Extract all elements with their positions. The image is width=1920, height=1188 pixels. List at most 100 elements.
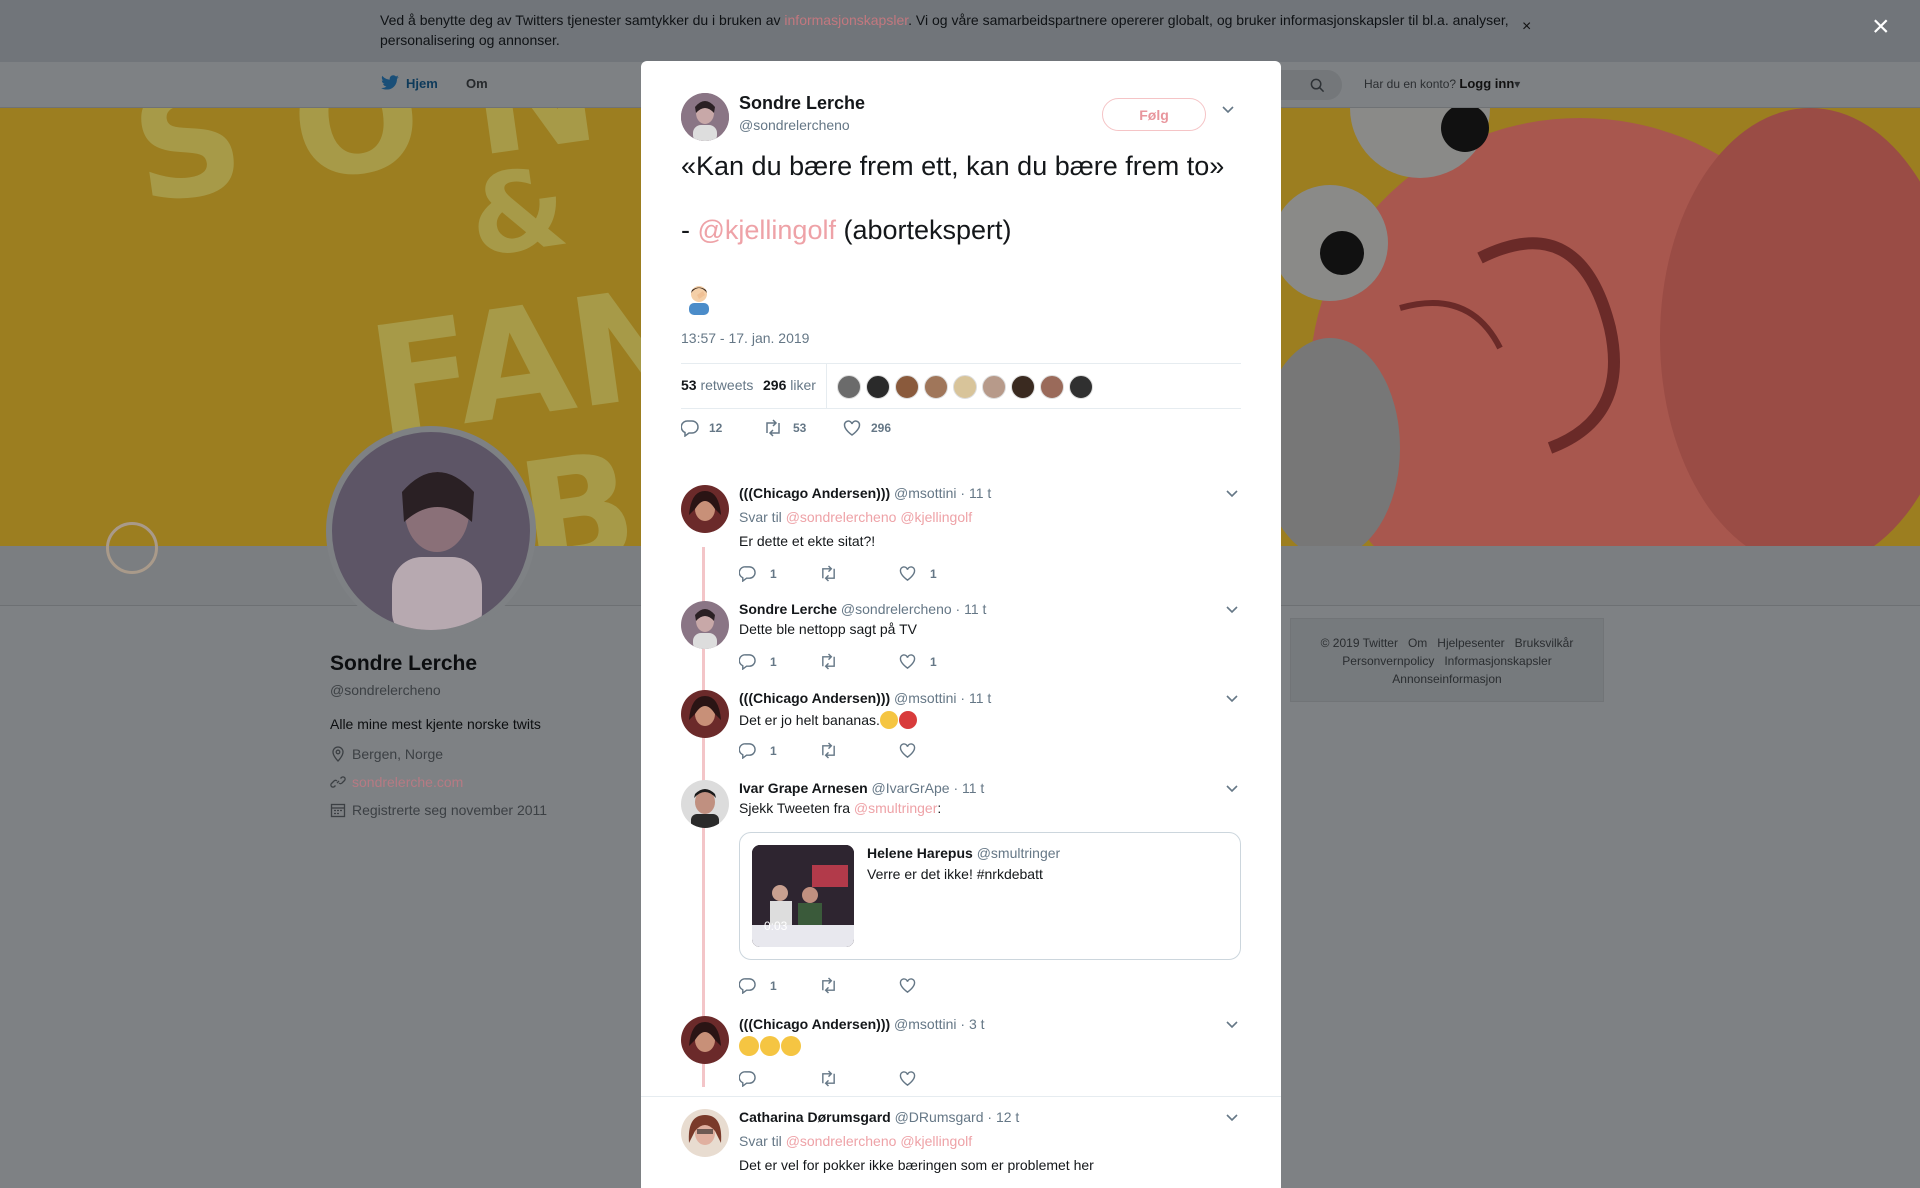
- footer-link[interactable]: Annonseinformasjon: [1392, 672, 1501, 686]
- liker-avatar[interactable]: [924, 375, 948, 399]
- reply-author-name[interactable]: Sondre Lerche: [739, 601, 837, 617]
- cookie-link[interactable]: informasjonskapsler: [784, 12, 908, 28]
- reply-author-handle[interactable]: @msottini: [894, 1016, 956, 1032]
- reply-tweet[interactable]: Sondre Lerche @sondrelercheno · 11 t Det…: [681, 601, 1241, 681]
- reply-author-handle[interactable]: @DRumsgard: [895, 1109, 984, 1125]
- reply-button[interactable]: 1: [739, 742, 777, 759]
- reply-tweet[interactable]: (((Chicago Andersen))) @msottini · 11 t …: [681, 690, 1241, 770]
- reply-time[interactable]: · 3 t: [960, 1016, 984, 1032]
- cookie-close-button[interactable]: ×: [1522, 18, 1531, 36]
- reply-time[interactable]: · 11 t: [953, 780, 984, 796]
- profile-name[interactable]: Sondre Lerche: [330, 652, 630, 676]
- chevron-down-icon[interactable]: [1225, 489, 1239, 499]
- reply-avatar[interactable]: [681, 1109, 729, 1157]
- like-button[interactable]: 296: [843, 419, 891, 437]
- retweet-button[interactable]: [819, 742, 852, 759]
- reply-author-name[interactable]: Ivar Grape Arnesen: [739, 780, 868, 796]
- reply-avatar[interactable]: [681, 780, 729, 828]
- chevron-down-icon[interactable]: [1225, 1020, 1239, 1030]
- nav-home[interactable]: Hjem: [380, 75, 438, 91]
- banner-art: &: [461, 141, 575, 283]
- like-button[interactable]: 1: [899, 653, 937, 670]
- footer-link[interactable]: Personvernpolicy: [1342, 654, 1434, 668]
- chevron-down-icon[interactable]: [1225, 694, 1239, 704]
- tweet-mention[interactable]: @kjellingolf: [698, 215, 836, 245]
- liker-avatar[interactable]: [953, 375, 977, 399]
- chevron-down-icon[interactable]: [1225, 605, 1239, 615]
- reply-to-mention[interactable]: @sondrelercheno: [786, 509, 897, 525]
- tweet-author-name[interactable]: Sondre Lerche: [739, 93, 865, 114]
- reply-author-handle[interactable]: @IvarGrApe: [872, 780, 950, 796]
- reply-avatar[interactable]: [681, 690, 729, 738]
- reply-tweet[interactable]: (((Chicago Andersen))) @msottini · 11 t …: [681, 485, 1241, 585]
- like-button[interactable]: [899, 1070, 930, 1087]
- chevron-down-icon[interactable]: [1225, 784, 1239, 794]
- quoted-video-thumbnail[interactable]: 0:03: [752, 845, 854, 947]
- reply-button[interactable]: 1: [739, 653, 777, 670]
- profile-handle[interactable]: @sondrelercheno: [330, 682, 630, 698]
- reply-to: Svar til @sondrelercheno @kjellingolf: [739, 509, 972, 525]
- reply-author-handle[interactable]: @msottini: [894, 485, 956, 501]
- reply-time[interactable]: · 11 t: [960, 485, 991, 501]
- tweet-timestamp[interactable]: 13:57 - 17. jan. 2019: [681, 330, 809, 346]
- liker-avatar[interactable]: [895, 375, 919, 399]
- liker-avatar[interactable]: [866, 375, 890, 399]
- retweet-button[interactable]: [819, 977, 852, 994]
- reply-button[interactable]: 1: [739, 565, 777, 582]
- liker-avatar[interactable]: [1069, 375, 1093, 399]
- likers-avatars: [837, 375, 1098, 399]
- retweets-stat[interactable]: 53 retweets: [681, 377, 753, 393]
- chevron-down-icon[interactable]: [1221, 105, 1235, 115]
- reply-button[interactable]: 12: [681, 419, 722, 437]
- like-button[interactable]: 1: [899, 565, 937, 582]
- like-button[interactable]: [899, 977, 930, 994]
- reply-author-name[interactable]: (((Chicago Andersen))): [739, 690, 890, 706]
- liker-avatar[interactable]: [1040, 375, 1064, 399]
- footer-link[interactable]: Informasjonskapsler: [1444, 654, 1551, 668]
- profile-website-link[interactable]: sondrelerche.com: [352, 774, 463, 790]
- reply-to-mention[interactable]: @sondrelercheno: [786, 1133, 897, 1149]
- nav-about[interactable]: Om: [466, 76, 488, 91]
- follow-button[interactable]: Følg: [1102, 98, 1206, 131]
- quoted-author-name[interactable]: Helene Harepus: [867, 845, 973, 861]
- reply-button[interactable]: [739, 1070, 770, 1087]
- retweet-button[interactable]: 53: [763, 419, 806, 437]
- tweet-author-avatar[interactable]: [681, 93, 729, 141]
- reply-time[interactable]: · 11 t: [956, 601, 987, 617]
- footer-link[interactable]: Bruksvilkår: [1515, 636, 1574, 650]
- modal-close-button[interactable]: ×: [1872, 10, 1890, 44]
- reply-mention[interactable]: @smultringer: [854, 800, 937, 816]
- reply-to-mention[interactable]: @kjellingolf: [900, 1133, 972, 1149]
- reply-author-name[interactable]: (((Chicago Andersen))): [739, 485, 890, 501]
- login-link[interactable]: Logg inn: [1459, 76, 1514, 91]
- reply-tweet[interactable]: (((Chicago Andersen))) @msottini · 3 t: [681, 1016, 1241, 1096]
- reply-avatar[interactable]: [681, 485, 729, 533]
- chevron-down-icon[interactable]: [1225, 1113, 1239, 1123]
- reply-to-mention[interactable]: @kjellingolf: [900, 509, 972, 525]
- likes-stat[interactable]: 296 liker: [763, 377, 816, 393]
- liker-avatar[interactable]: [837, 375, 861, 399]
- footer-link[interactable]: © 2019 Twitter: [1321, 636, 1398, 650]
- quoted-tweet-card[interactable]: 0:03 Helene Harepus @smultringer Verre e…: [739, 832, 1241, 960]
- reply-author-name[interactable]: (((Chicago Andersen))): [739, 1016, 890, 1032]
- retweet-button[interactable]: [819, 653, 852, 670]
- liker-avatar[interactable]: [982, 375, 1006, 399]
- reply-author-name[interactable]: Catharina Dørumsgard: [739, 1109, 891, 1125]
- retweet-button[interactable]: [819, 565, 852, 582]
- like-button[interactable]: [899, 742, 930, 759]
- reply-button[interactable]: 1: [739, 977, 777, 994]
- footer-link[interactable]: Om: [1408, 636, 1427, 650]
- quoted-author-handle[interactable]: @smultringer: [977, 845, 1060, 861]
- reply-author-handle[interactable]: @msottini: [894, 690, 956, 706]
- reply-avatar[interactable]: [681, 601, 729, 649]
- reply-time[interactable]: · 12 t: [987, 1109, 1019, 1125]
- reply-avatar[interactable]: [681, 1016, 729, 1064]
- tweet-author-handle[interactable]: @sondrelercheno: [739, 117, 850, 133]
- reply-time[interactable]: · 11 t: [960, 690, 991, 706]
- reply-tweet[interactable]: Catharina Dørumsgard @DRumsgard · 12 t S…: [681, 1109, 1241, 1188]
- footer-link[interactable]: Hjelpesenter: [1437, 636, 1504, 650]
- retweet-button[interactable]: [819, 1070, 852, 1087]
- liker-avatar[interactable]: [1011, 375, 1035, 399]
- reply-author-handle[interactable]: @sondrelercheno: [841, 601, 952, 617]
- profile-avatar[interactable]: [326, 426, 536, 636]
